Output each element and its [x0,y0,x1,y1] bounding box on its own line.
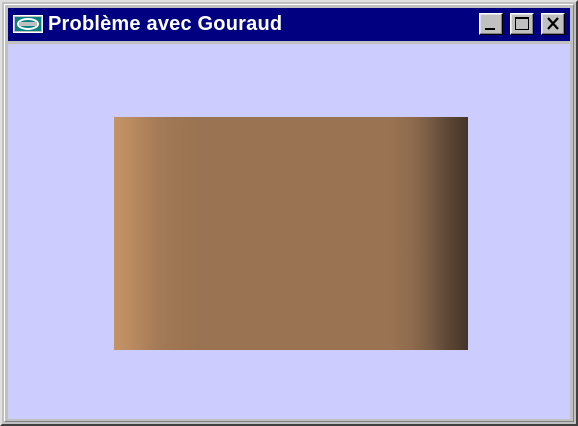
maximize-icon [515,17,529,30]
minimize-icon [485,28,495,30]
minimize-button[interactable] [479,13,503,35]
drawing-canvas[interactable] [8,44,570,419]
title-bar[interactable]: Problème avec Gouraud [8,8,570,41]
maximize-button[interactable] [510,13,534,35]
app-window: Problème avec Gouraud [0,0,578,426]
close-icon [547,17,559,30]
app-window-icon[interactable] [13,15,43,33]
close-button[interactable] [541,13,565,35]
window-title: Problème avec Gouraud [48,13,283,35]
gouraud-shaded-rectangle [114,117,468,350]
